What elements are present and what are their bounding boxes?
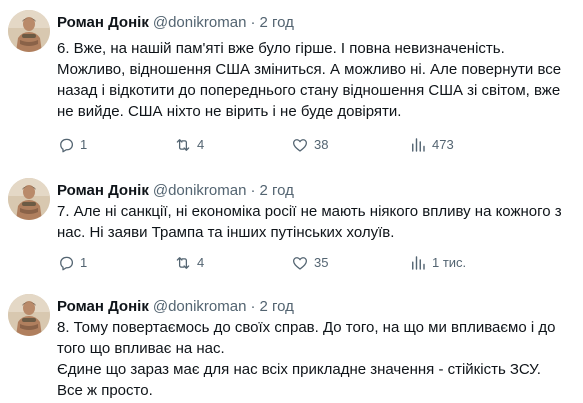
avatar[interactable] (8, 178, 50, 220)
tweet-text: 7. Але ні санкції, ні економіка росії не… (57, 203, 562, 241)
avatar[interactable] (8, 294, 50, 336)
views-icon (409, 254, 427, 272)
tweet-header: Роман Донік @donikroman · 2 год (57, 181, 294, 201)
tweet-text: 6. Вже, на нашій пам'яті вже було гірше.… (57, 40, 562, 120)
author-name[interactable]: Роман Донік (57, 298, 149, 315)
separator-dot: · (250, 298, 256, 315)
timestamp[interactable]: 2 год (259, 182, 293, 199)
author-name[interactable]: Роман Донік (57, 14, 149, 31)
repost-count: 4 (197, 137, 205, 152)
author-name[interactable]: Роман Донік (57, 182, 149, 199)
separator-dot: · (250, 182, 256, 199)
reply-count: 1 (80, 137, 88, 152)
tweet-text: 8. Тому повертаємось до своїх справ. До … (57, 319, 556, 399)
reply-icon (57, 254, 75, 272)
tweet-header: Роман Донік @donikroman · 2 год (57, 13, 294, 33)
repost-count: 4 (197, 255, 205, 270)
like-button[interactable]: 38 (291, 135, 328, 155)
separator-dot: · (250, 14, 256, 31)
views-button[interactable]: 473 (409, 135, 454, 155)
repost-button[interactable]: 4 (174, 135, 204, 155)
like-count: 35 (314, 255, 329, 270)
like-icon (291, 254, 309, 272)
tweet-actions: 1 4 35 1 тис. (57, 253, 557, 273)
repost-icon (174, 254, 192, 272)
like-button[interactable]: 35 (291, 253, 328, 273)
like-icon (291, 136, 309, 154)
tweet-header: Роман Донік @donikroman · 2 год (57, 297, 294, 317)
avatar[interactable] (8, 10, 50, 52)
repost-icon (174, 136, 192, 154)
timestamp[interactable]: 2 год (259, 14, 293, 31)
reply-button[interactable]: 1 (57, 253, 87, 273)
author-handle[interactable]: @donikroman (153, 14, 247, 31)
like-count: 38 (314, 137, 329, 152)
reply-count: 1 (80, 255, 88, 270)
views-count: 1 тис. (432, 255, 467, 270)
author-handle[interactable]: @donikroman (153, 182, 247, 199)
reply-button[interactable]: 1 (57, 135, 87, 155)
author-handle[interactable]: @donikroman (153, 298, 247, 315)
views-count: 473 (432, 137, 454, 152)
views-button[interactable]: 1 тис. (409, 253, 466, 273)
repost-button[interactable]: 4 (174, 253, 204, 273)
timestamp[interactable]: 2 год (259, 298, 293, 315)
views-icon (409, 136, 427, 154)
tweet-actions: 1 4 38 473 (57, 135, 557, 155)
reply-icon (57, 136, 75, 154)
